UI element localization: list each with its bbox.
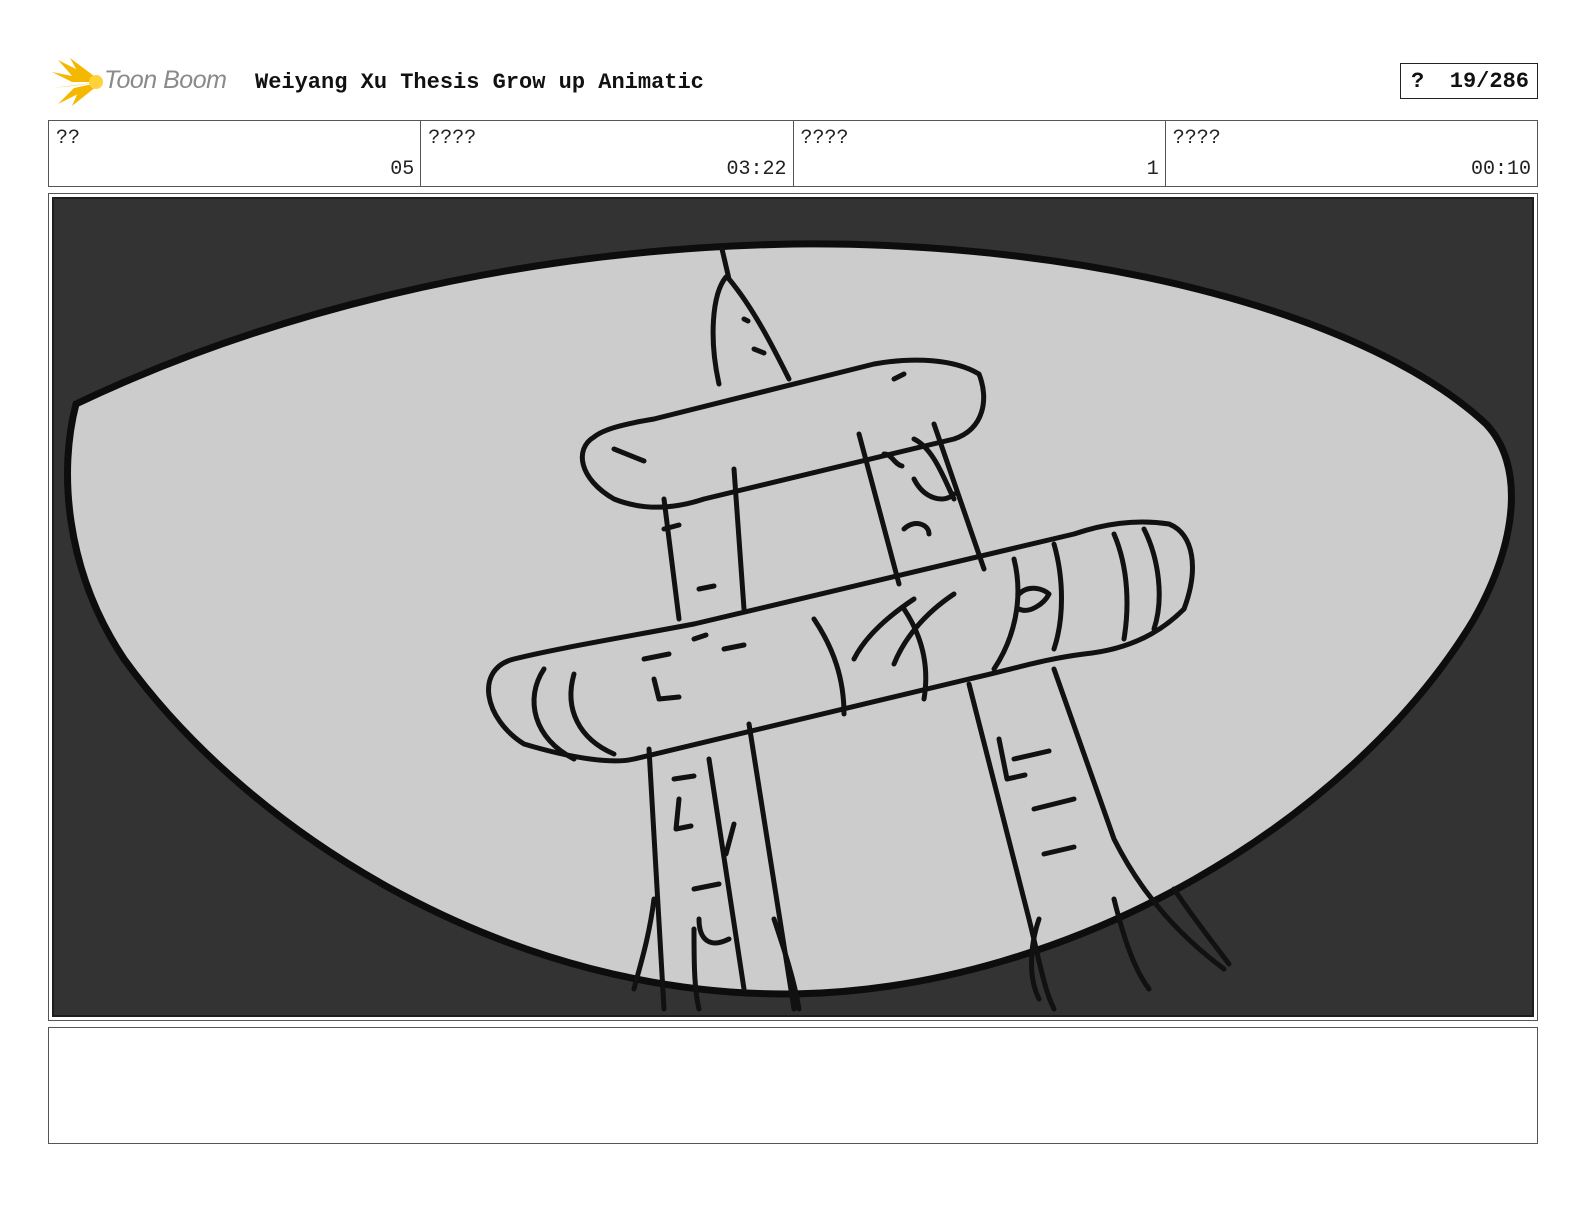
notes-box [48,1027,1538,1144]
info-cell-panel: ???? 1 [794,121,1166,186]
toon-boom-logo: Toon Boom [50,58,240,108]
page-header: Toon Boom Weiyang Xu Thesis Grow up Anim… [50,58,1538,108]
info-value: 03:22 [726,158,787,181]
info-cell-duration: ???? 03:22 [421,121,794,186]
info-label: ???? [800,127,849,150]
info-label: ???? [1172,127,1221,150]
info-label: ?? [56,127,81,150]
info-cell-scene: ?? 05 [49,121,422,186]
page-counter: ? 19/286 [1400,63,1538,99]
lens-shape [64,240,1515,998]
storyboard-panel-frame [48,193,1538,1021]
starburst-icon [52,58,103,106]
tower-sketch [64,240,1515,1012]
info-row: ?? 05 ???? 03:22 ???? 1 ???? 00:10 [48,120,1538,187]
storyboard-panel [52,197,1534,1017]
page-number: 19/286 [1449,69,1529,94]
page-marker: ? [1411,69,1425,94]
info-value: 05 [390,158,415,181]
info-value: 1 [1146,158,1159,181]
logo-text: Toon Boom [104,66,227,94]
project-title: Weiyang Xu Thesis Grow up Animatic [255,70,704,95]
info-cell-panel-duration: ???? 00:10 [1166,121,1537,186]
info-value: 00:10 [1470,158,1531,181]
info-label: ???? [428,127,477,150]
